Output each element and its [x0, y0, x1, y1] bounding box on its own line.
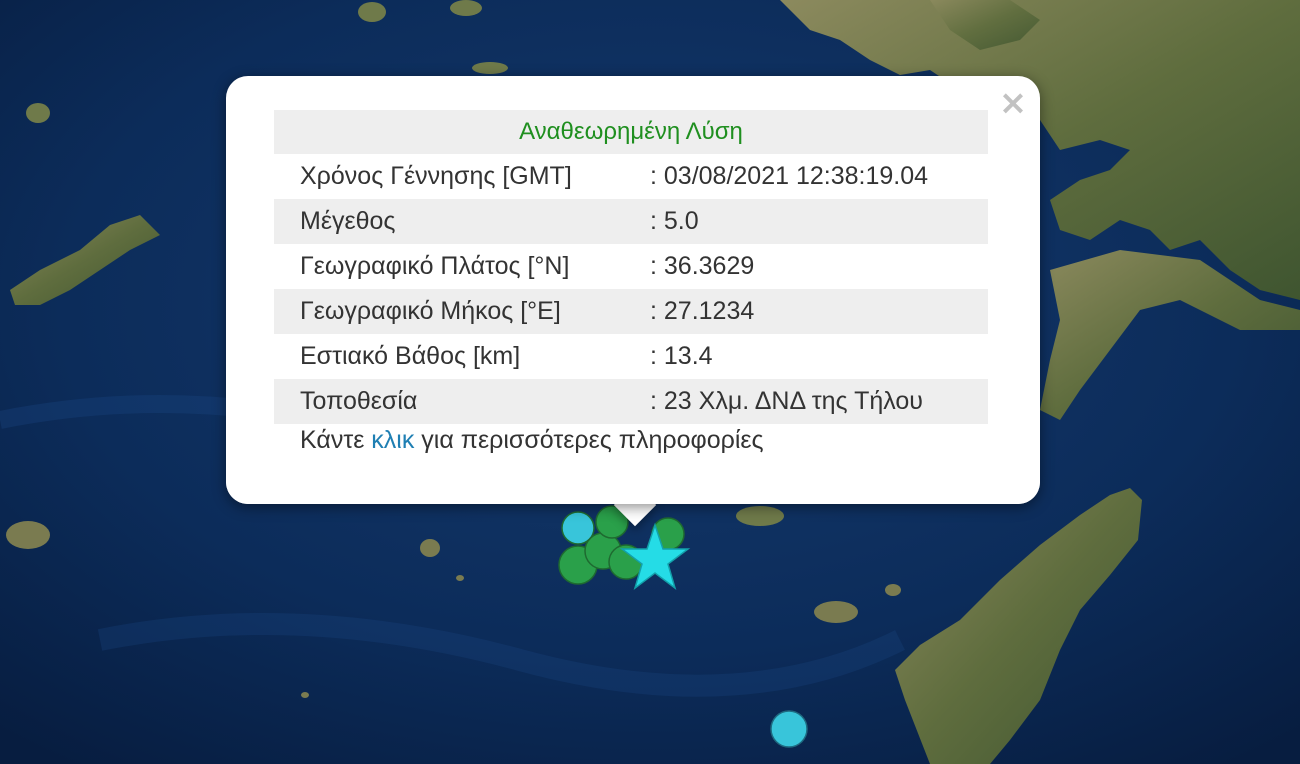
more-info-text: Κάντε κλικ για περισσότερες πληροφορίες [300, 426, 764, 455]
popup-title-row: Αναθεωρημένη Λύση [274, 110, 988, 154]
popup-tip-cover [226, 470, 1040, 504]
location-label: Τοποθεσία [274, 379, 650, 424]
earthquake-marker-recent[interactable] [561, 511, 595, 545]
magnitude-label: Μέγεθος [274, 199, 650, 244]
table-row: Μέγεθος : 5.0 [274, 199, 988, 244]
origin-time-label: Χρόνος Γέννησης [GMT] [300, 162, 572, 190]
more-info-suffix: για περισσότερες πληροφορίες [414, 426, 764, 454]
close-icon[interactable]: × [996, 86, 1030, 120]
depth-label: Εστιακό Βάθος [km] [300, 342, 521, 370]
latitude-label: Γεωγραφικό Πλάτος [°N] [300, 252, 570, 280]
longitude-label: Γεωγραφικό Μήκος [°E] [274, 289, 650, 334]
magnitude-value: : 5.0 [650, 199, 988, 244]
earthquake-marker-recent[interactable] [770, 710, 808, 748]
table-row: Γεωγραφικό Μήκος [°E] : 27.1234 [274, 289, 988, 334]
more-info-prefix: Κάντε [300, 426, 372, 454]
table-row: Γεωγραφικό Πλάτος [°N] : 36.3629 [274, 244, 988, 289]
popup-title: Αναθεωρημένη Λύση [274, 110, 988, 154]
location-value: : 23 Χλμ. ΔΝΔ της Τήλου [650, 379, 988, 424]
table-row: Εστιακό Βάθος [km] : 13.4 [274, 334, 988, 379]
table-row: Τοποθεσία : 23 Χλμ. ΔΝΔ της Τήλου [274, 379, 988, 424]
earthquake-info-table: Αναθεωρημένη Λύση Χρόνος Γέννησης [GMT] … [274, 110, 988, 424]
depth-value: : 13.4 [650, 342, 713, 370]
more-info-link[interactable]: κλικ [371, 426, 414, 454]
table-row: Χρόνος Γέννησης [GMT] : 03/08/2021 12:38… [274, 154, 988, 199]
latitude-value: : 36.3629 [650, 252, 755, 280]
longitude-value: : 27.1234 [650, 289, 988, 334]
origin-time-value: : 03/08/2021 12:38:19.04 [650, 162, 929, 190]
